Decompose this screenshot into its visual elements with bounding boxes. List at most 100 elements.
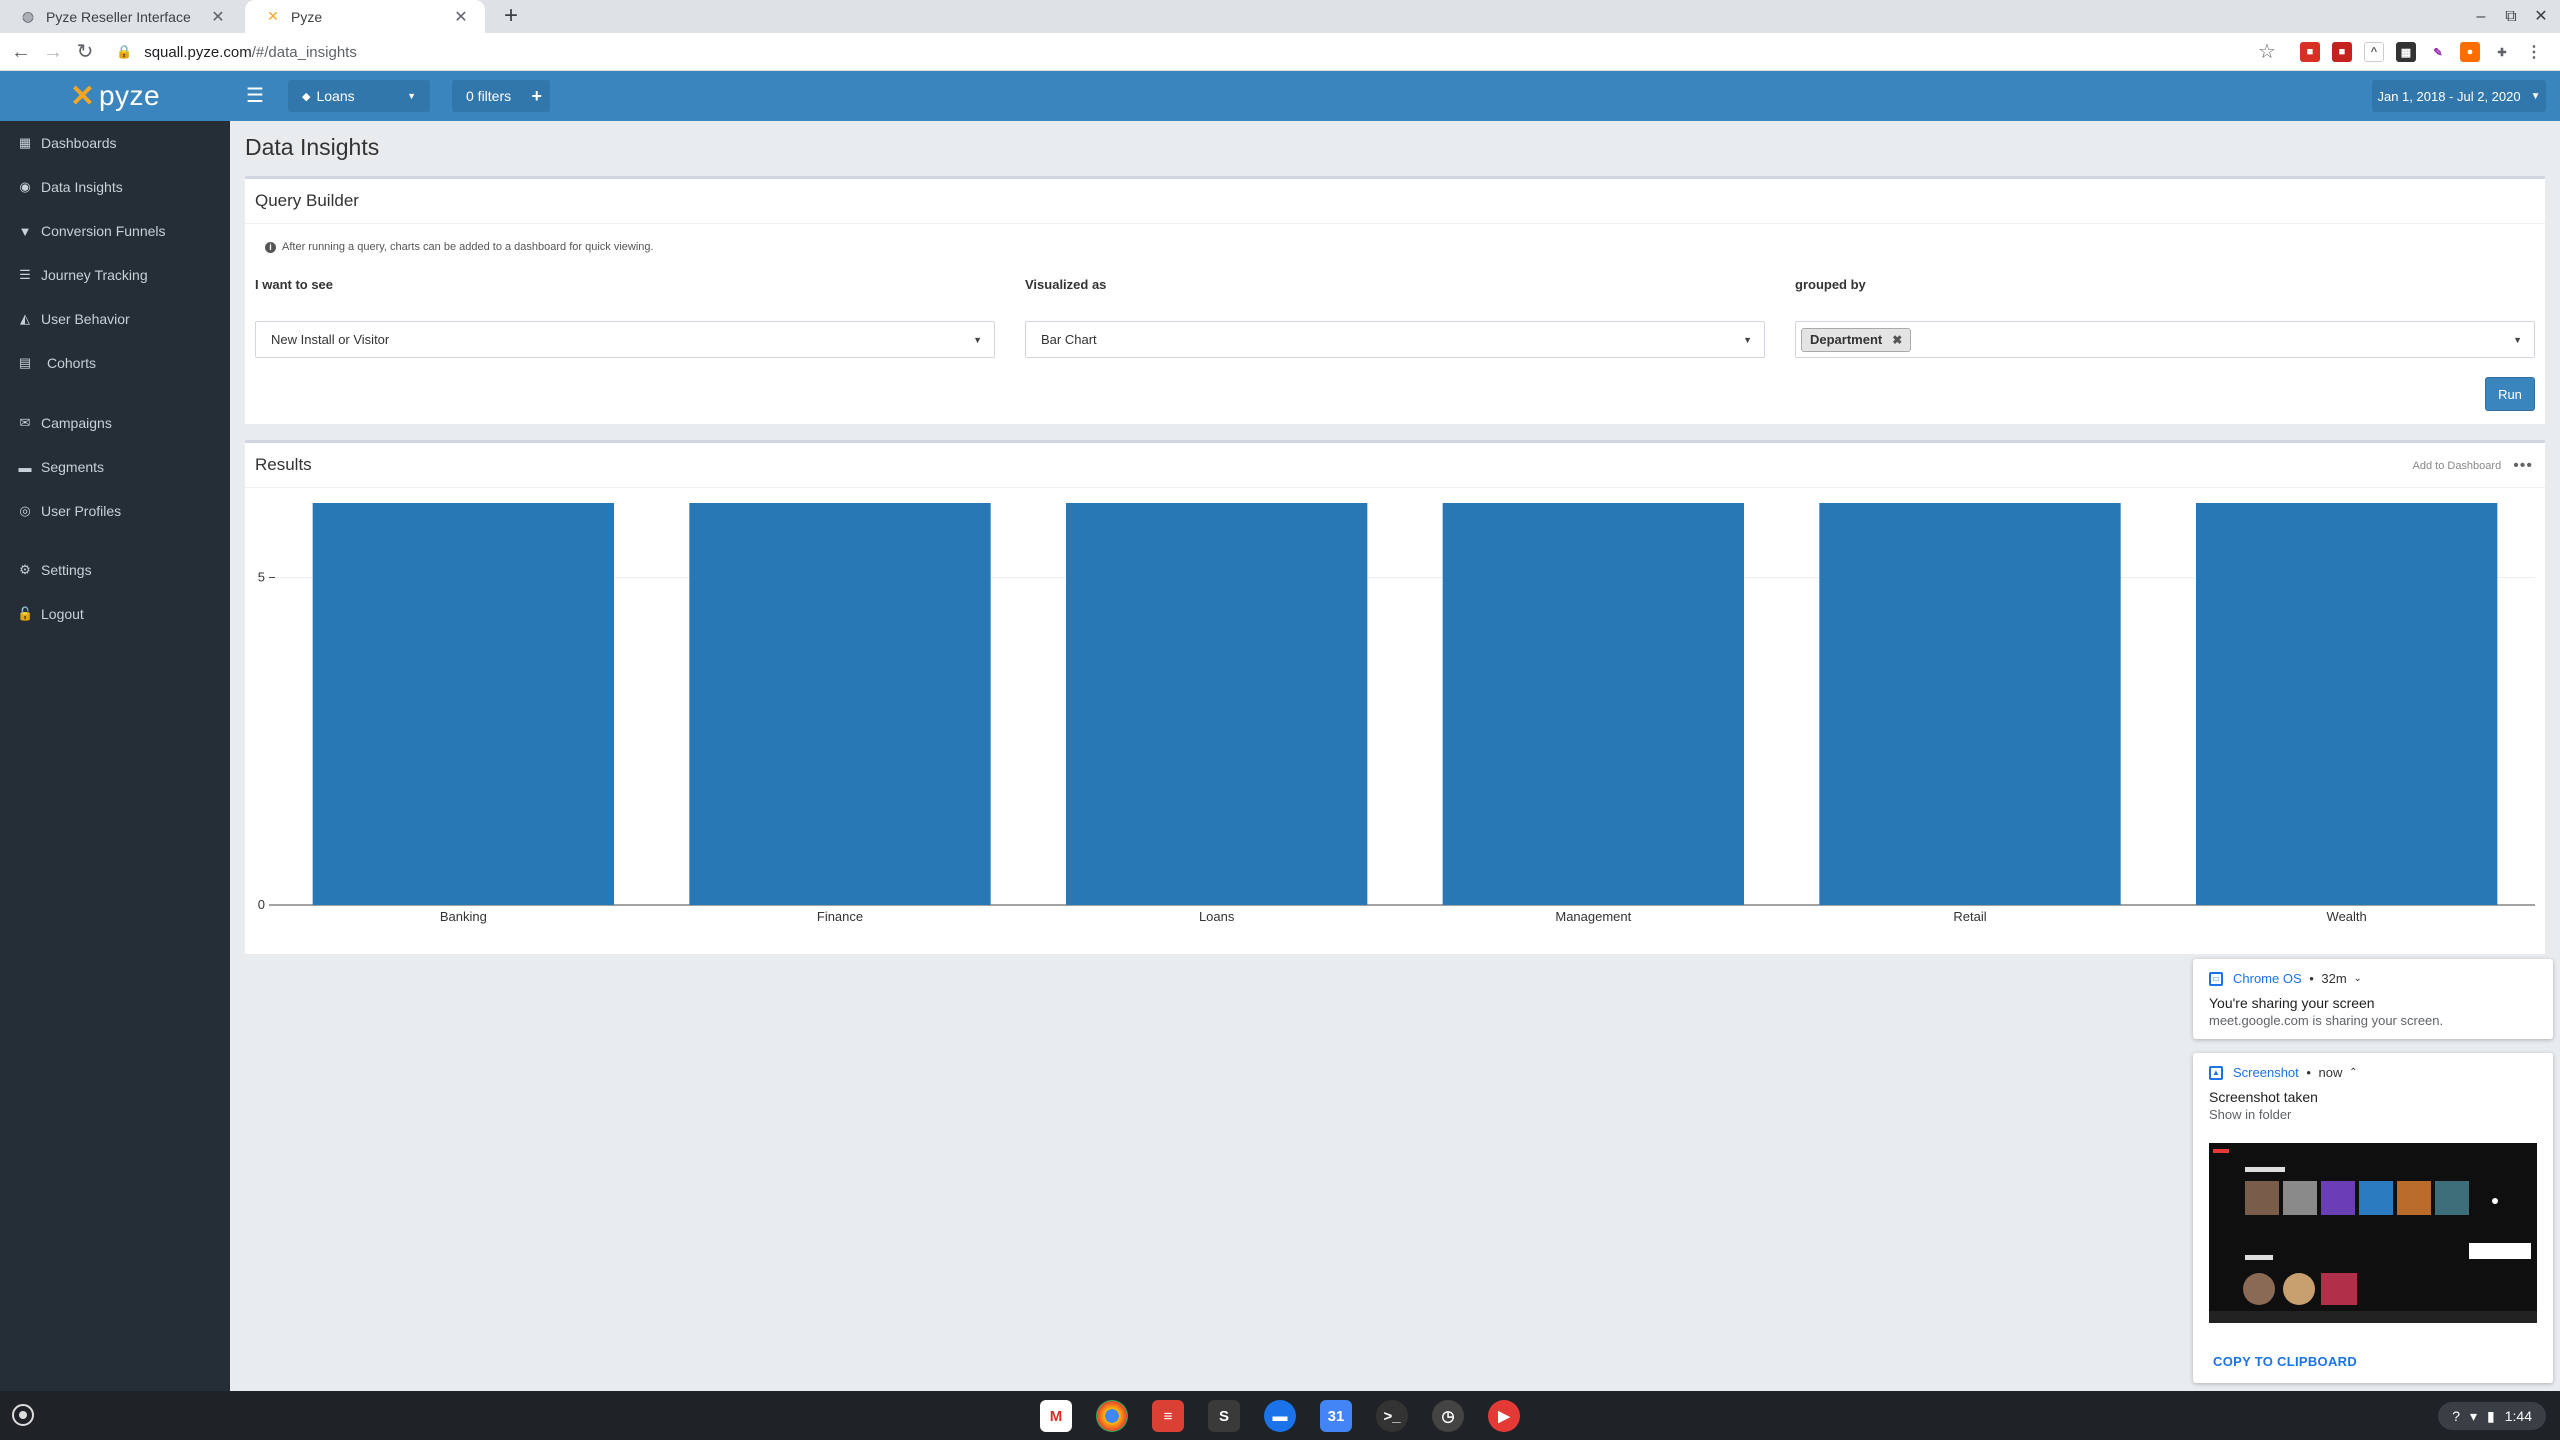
- caret-down-icon: ▼: [2530, 90, 2541, 102]
- thumbnail-image: [2209, 1143, 2537, 1323]
- vis-label: Visualized as: [1025, 277, 1107, 292]
- close-icon[interactable]: ✕: [451, 7, 471, 27]
- launcher-icon[interactable]: [12, 1404, 34, 1426]
- restore-icon[interactable]: ⧉: [2496, 4, 2526, 30]
- extension-icon[interactable]: ✎: [2428, 42, 2448, 62]
- bar: [1442, 503, 1744, 905]
- sidebar-item-data-insights[interactable]: ◉ Data Insights: [0, 165, 230, 209]
- chevron-up-icon[interactable]: ⌃: [2346, 1067, 2357, 1078]
- app-diamond-icon: ◆: [302, 90, 311, 103]
- extension-icon[interactable]: ●: [2460, 42, 2480, 62]
- x-tick-label: Retail: [1953, 909, 1986, 924]
- sidebar-item-journey-tracking[interactable]: ☰ Journey Tracking: [0, 253, 230, 297]
- caret-down-icon: ▼: [407, 91, 416, 101]
- messages-icon[interactable]: ▬: [1264, 1400, 1296, 1432]
- sidebar-item-label: Journey Tracking: [41, 267, 148, 283]
- tab-pyze-reseller[interactable]: ◍ Pyze Reseller Interface ✕: [0, 0, 242, 33]
- sidebar-item-label: Logout: [41, 606, 84, 622]
- remove-tag-icon[interactable]: ✖: [1892, 333, 1902, 347]
- pyze-logo-mark-icon: ✕: [69, 79, 95, 113]
- screenshot-thumbnail[interactable]: [2209, 1143, 2537, 1323]
- new-tab-button[interactable]: +: [497, 2, 525, 30]
- tag-label: Department: [1810, 332, 1883, 347]
- sidebar-item-conversion-funnels[interactable]: ▼ Conversion Funnels: [0, 209, 230, 253]
- back-icon[interactable]: ←: [6, 37, 36, 67]
- sidebar-item-label: Dashboards: [41, 135, 117, 151]
- sidebar-item-segments[interactable]: ▬ Segments: [0, 445, 230, 489]
- pyze-logo[interactable]: ✕ pyze: [0, 71, 230, 121]
- menu-dots-icon[interactable]: ⋮: [2524, 42, 2544, 62]
- app-selector-label: Loans: [316, 88, 355, 104]
- bar-chart: 051015202530BankingFinanceLoansManagemen…: [258, 503, 2535, 924]
- sidebar-item-settings[interactable]: ⚙ Settings: [0, 548, 230, 592]
- notification-screenshot[interactable]: ▲ Screenshot • now ⌃ Screenshot taken Sh…: [2193, 1053, 2553, 1383]
- sublime-icon[interactable]: S: [1208, 1400, 1240, 1432]
- extension-icon[interactable]: ▦: [2396, 42, 2416, 62]
- y-tick-label: 0: [258, 897, 265, 912]
- bookmark-star-icon[interactable]: ☆: [2258, 37, 2276, 67]
- app-header: ✕ pyze ☰ ◆ Loans ▼ 0 filters + Jan 1, 20…: [0, 71, 2560, 121]
- hamburger-menu-icon[interactable]: ☰: [240, 81, 270, 111]
- user-icon: ◎: [19, 503, 31, 518]
- behavior-icon: ◭: [20, 311, 30, 326]
- browser-tab-strip: ◍ Pyze Reseller Interface ✕ ✕ Pyze ✕ + –…: [0, 0, 2560, 33]
- sidebar-item-dashboards[interactable]: ▦ Dashboards: [0, 121, 230, 165]
- metric-select[interactable]: New Install or Visitor ▼: [255, 321, 995, 358]
- tab-title: Pyze Reseller Interface: [46, 8, 191, 25]
- extension-icon[interactable]: ■: [2300, 42, 2320, 62]
- results-menu: Add to Dashboard •••: [2413, 457, 2533, 475]
- todoist-icon[interactable]: ≡: [1152, 1400, 1184, 1432]
- browser-toolbar: ← → ↻ 🔒 squall.pyze.com/#/data_insights …: [0, 33, 2560, 71]
- sidebar-item-label: Data Insights: [41, 179, 123, 195]
- terminal-icon[interactable]: >_: [1376, 1400, 1408, 1432]
- tab-pyze[interactable]: ✕ Pyze ✕: [245, 0, 485, 33]
- sidebar-item-cohorts[interactable]: ▤ Cohorts: [0, 341, 230, 385]
- filters-button[interactable]: 0 filters +: [452, 80, 550, 112]
- status-tray[interactable]: ? ▾ ▮ 1:44: [2438, 1402, 2546, 1430]
- sidebar-item-user-behavior[interactable]: ◭ User Behavior: [0, 297, 230, 341]
- calendar-icon[interactable]: 31: [1320, 1400, 1352, 1432]
- minimize-icon[interactable]: –: [2466, 4, 2496, 30]
- sidebar: ▦ Dashboards ◉ Data Insights ▼ Conversio…: [0, 121, 230, 1391]
- group-by-select[interactable]: Department ✖ ▼: [1795, 321, 2535, 358]
- sidebar-item-logout[interactable]: 🔓 Logout: [0, 592, 230, 636]
- notification-app: Screenshot: [2233, 1065, 2299, 1080]
- notification-body: meet.google.com is sharing your screen.: [2209, 1013, 2444, 1028]
- extension-icon[interactable]: ^: [2364, 42, 2384, 62]
- show-in-folder-link[interactable]: Show in folder: [2209, 1107, 2291, 1122]
- os-shelf: M ≡ S ▬ 31 >_ ◷ ▶ ? ▾ ▮ 1:44: [0, 1391, 2560, 1440]
- puzzle-icon[interactable]: ✚: [2492, 42, 2512, 62]
- caret-down-icon: ▼: [973, 334, 982, 345]
- gear-icon: ⚙: [19, 562, 31, 577]
- group-by-tag: Department ✖: [1801, 327, 1912, 352]
- app-selector[interactable]: ◆ Loans ▼: [288, 80, 430, 112]
- x-tick-label: Finance: [817, 909, 863, 924]
- close-icon[interactable]: ✕: [208, 7, 228, 27]
- run-button[interactable]: Run: [2485, 377, 2535, 411]
- clock-time: 1:44: [2504, 1408, 2532, 1424]
- add-to-dashboard-link[interactable]: Add to Dashboard: [2413, 460, 2502, 472]
- clock-app-icon[interactable]: ◷: [1432, 1400, 1464, 1432]
- more-options-icon[interactable]: •••: [2513, 457, 2533, 475]
- add-filter-icon[interactable]: +: [531, 86, 542, 107]
- youtube-music-icon[interactable]: ▶: [1488, 1400, 1520, 1432]
- close-window-icon[interactable]: ✕: [2526, 4, 2556, 30]
- copy-to-clipboard-button[interactable]: COPY TO CLIPBOARD: [2213, 1354, 2357, 1369]
- forward-icon[interactable]: →: [38, 37, 68, 67]
- hint-text: After running a query, charts can be add…: [282, 241, 654, 253]
- bar: [1819, 503, 2121, 905]
- visualization-select[interactable]: Bar Chart ▼: [1025, 321, 1765, 358]
- x-tick-label: Banking: [440, 909, 487, 924]
- wifi-icon: ▾: [2470, 1407, 2478, 1424]
- chevron-down-icon[interactable]: ⌄: [2351, 973, 2361, 984]
- address-bar[interactable]: 🔒 squall.pyze.com/#/data_insights: [110, 37, 2292, 67]
- reload-icon[interactable]: ↻: [70, 37, 100, 67]
- extension-icon[interactable]: ■: [2332, 42, 2352, 62]
- notification-screen-sharing[interactable]: ▭ Chrome OS • 32m ⌄ You're sharing your …: [2193, 959, 2553, 1039]
- gmail-icon[interactable]: M: [1040, 1400, 1072, 1432]
- sidebar-item-user-profiles[interactable]: ◎ User Profiles: [0, 489, 230, 533]
- sidebar-item-campaigns[interactable]: ✉ Campaigns: [0, 401, 230, 445]
- results-panel: Results Add to Dashboard ••• 05101520253…: [245, 440, 2545, 954]
- chrome-icon[interactable]: [1096, 1400, 1128, 1432]
- date-range-picker[interactable]: Jan 1, 2018 - Jul 2, 2020 ▼: [2372, 80, 2546, 112]
